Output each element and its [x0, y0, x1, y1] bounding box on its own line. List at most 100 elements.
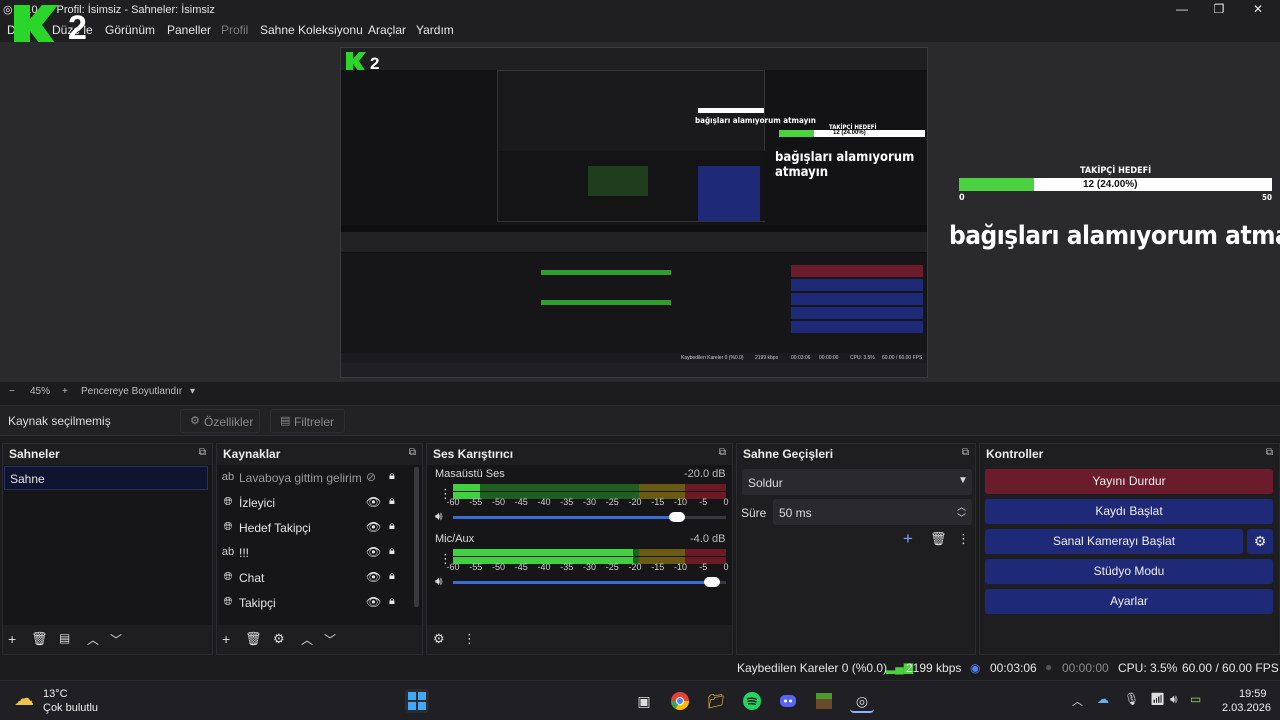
- source-item[interactable]: ab Lavaboya gittim gelirim s ⊘ 🔒︎: [219, 466, 409, 491]
- source-item[interactable]: ab !!! 👁︎ 🔒︎: [219, 541, 409, 566]
- studio-mode-button[interactable]: Stüdyo Modu: [985, 559, 1273, 584]
- weather-desc[interactable]: Çok bulutlu: [43, 702, 98, 714]
- start-recording-button[interactable]: Kaydı Başlat: [985, 499, 1273, 524]
- stop-stream-button[interactable]: Yayını Durdur: [985, 469, 1273, 494]
- zoom-out-button[interactable]: −: [9, 386, 15, 397]
- microphone-icon[interactable]: 🎙︎: [1124, 692, 1139, 706]
- lock-icon[interactable]: 🔒︎: [389, 570, 395, 583]
- lock-icon[interactable]: 🔒︎: [389, 545, 395, 558]
- lock-icon[interactable]: 🔒︎: [389, 520, 395, 533]
- discord-icon[interactable]: [776, 689, 800, 713]
- eye-icon[interactable]: 👁︎: [366, 520, 381, 534]
- file-explorer-icon[interactable]: 📁︎: [704, 689, 728, 713]
- minecraft-icon[interactable]: [812, 689, 836, 713]
- source-item[interactable]: 🌐︎ Takipçi 👁︎ 🔒︎: [219, 591, 409, 616]
- meter-segment: [453, 484, 639, 491]
- lock-icon[interactable]: 🔒︎: [389, 470, 395, 483]
- undock-icon[interactable]: ⧉: [719, 447, 726, 458]
- undock-icon[interactable]: ⧉: [409, 447, 416, 458]
- nested-goal-bar-small: [698, 108, 764, 113]
- start-virtual-camera-button[interactable]: Sanal Kamerayı Başlat: [985, 529, 1243, 554]
- virtual-camera-settings-gear-icon[interactable]: ⚙: [1247, 529, 1273, 554]
- trash-icon[interactable]: 🗑: [31, 631, 48, 647]
- eye-icon[interactable]: 👁︎: [366, 495, 381, 509]
- properties-button[interactable]: ⚙ Özellikler: [180, 409, 260, 433]
- eye-icon[interactable]: 👁︎: [366, 545, 381, 559]
- maximize-icon[interactable]: ❐: [1209, 2, 1229, 16]
- transition-select[interactable]: Soldur ▼: [742, 469, 972, 495]
- kebab-menu-icon[interactable]: ⋮: [463, 631, 476, 647]
- kebab-menu-icon[interactable]: ⋮: [957, 531, 970, 547]
- level-meter: [453, 484, 726, 491]
- settings-button[interactable]: Ayarlar: [985, 589, 1273, 614]
- menu-help[interactable]: Yardım: [416, 23, 454, 37]
- zoom-in-button[interactable]: +: [62, 386, 68, 397]
- move-down-icon[interactable]: ﹀: [324, 631, 336, 648]
- chevron-up-icon[interactable]: ︿: [1072, 693, 1083, 709]
- gear-icon[interactable]: ⚙: [273, 631, 285, 647]
- move-down-icon[interactable]: ﹀: [110, 631, 122, 648]
- source-item[interactable]: 🌐︎ Chat 👁︎ 🔒︎: [219, 566, 409, 591]
- task-view-icon[interactable]: ▣: [632, 689, 656, 713]
- eye-icon[interactable]: 👁︎: [366, 570, 381, 584]
- nested-status-rec-time: 00:00:00: [819, 355, 839, 361]
- minimize-icon[interactable]: —: [1172, 2, 1192, 16]
- source-item[interactable]: 🌐︎ İzleyici 👁︎ 🔒︎: [219, 491, 409, 516]
- db-tick-label: -5: [699, 497, 708, 507]
- move-up-icon[interactable]: ︿: [301, 631, 313, 648]
- nested-status-cpu: CPU: 3.5%: [850, 355, 875, 361]
- nested-status-stream-time: 00:03:06: [791, 355, 811, 361]
- eye-icon[interactable]: 👁︎: [366, 595, 381, 609]
- controls-title: Kontroller: [986, 447, 1044, 461]
- scene-item[interactable]: Sahne: [4, 466, 208, 490]
- menu-view[interactable]: Görünüm: [105, 23, 155, 37]
- filters-button[interactable]: ▤ Filtreler: [270, 409, 345, 433]
- volume-slider-handle[interactable]: [704, 577, 721, 587]
- nested-banner: bağışları alamıyorum atmayın: [775, 150, 915, 180]
- lock-icon[interactable]: 🔒︎: [389, 495, 395, 508]
- volume-slider-handle[interactable]: [668, 512, 685, 522]
- volume-slider[interactable]: [453, 577, 726, 587]
- volume-slider[interactable]: [453, 512, 726, 522]
- volume-icon[interactable]: 🔊︎: [1170, 692, 1178, 707]
- close-icon[interactable]: ✕: [1248, 2, 1268, 16]
- menu-tools[interactable]: Araçlar: [368, 23, 406, 37]
- menu-profile[interactable]: Profil: [221, 23, 248, 37]
- weather-temp[interactable]: 13°C: [43, 688, 68, 700]
- lock-icon[interactable]: 🔒︎: [389, 595, 395, 608]
- chevron-down-icon[interactable]: ﹀: [957, 511, 966, 524]
- clock-time[interactable]: 19:59: [1239, 688, 1267, 700]
- menu-scene-collection[interactable]: Sahne Koleksiyonu: [260, 23, 363, 37]
- speaker-icon[interactable]: 🔊︎: [435, 509, 443, 524]
- onedrive-cloud-icon[interactable]: ☁: [1097, 692, 1109, 706]
- clock-date[interactable]: 2.03.2026: [1222, 702, 1271, 714]
- obs-taskbar-icon[interactable]: ◎: [850, 689, 874, 713]
- speaker-icon[interactable]: 🔊︎: [435, 574, 443, 589]
- sources-scrollbar[interactable]: [414, 467, 419, 607]
- add-source-icon[interactable]: +: [222, 631, 230, 647]
- spotify-icon[interactable]: [740, 689, 764, 713]
- trash-icon[interactable]: 🗑: [930, 531, 947, 547]
- add-transition-icon[interactable]: +: [903, 529, 913, 549]
- duration-spinbox[interactable]: 50 ms ︿ ﹀: [773, 499, 972, 525]
- menu-docks[interactable]: Paneller: [167, 23, 211, 37]
- move-up-icon[interactable]: ︿: [87, 631, 99, 648]
- trash-icon[interactable]: 🗑: [245, 631, 262, 647]
- chrome-icon[interactable]: [668, 689, 692, 713]
- eye-hidden-icon[interactable]: ⊘: [366, 470, 376, 484]
- preview-canvas[interactable]: 2 bağışları alamıyorum atmayın TAKİPÇİ H…: [340, 47, 928, 378]
- advanced-audio-icon[interactable]: ⚙: [433, 631, 445, 647]
- zoom-mode[interactable]: Pencereye Boyutlandır: [81, 386, 182, 397]
- undock-icon[interactable]: ⧉: [199, 447, 206, 458]
- add-scene-icon[interactable]: +: [8, 631, 16, 647]
- db-tick-label: -40: [537, 497, 551, 507]
- undock-icon[interactable]: ⧉: [962, 447, 969, 458]
- battery-icon[interactable]: ▭: [1190, 692, 1201, 706]
- wifi-icon[interactable]: 📶︎: [1150, 692, 1165, 706]
- scene-filters-icon[interactable]: ▤: [59, 631, 70, 645]
- source-item[interactable]: 🌐︎ Hedef Takipçi 👁︎ 🔒︎: [219, 516, 409, 541]
- zoom-dropdown-chevron-icon[interactable]: ▾: [190, 386, 195, 397]
- weather-cloud-icon[interactable]: ☁: [14, 686, 34, 711]
- undock-icon[interactable]: ⧉: [1266, 447, 1273, 458]
- windows-start-icon[interactable]: [405, 689, 429, 713]
